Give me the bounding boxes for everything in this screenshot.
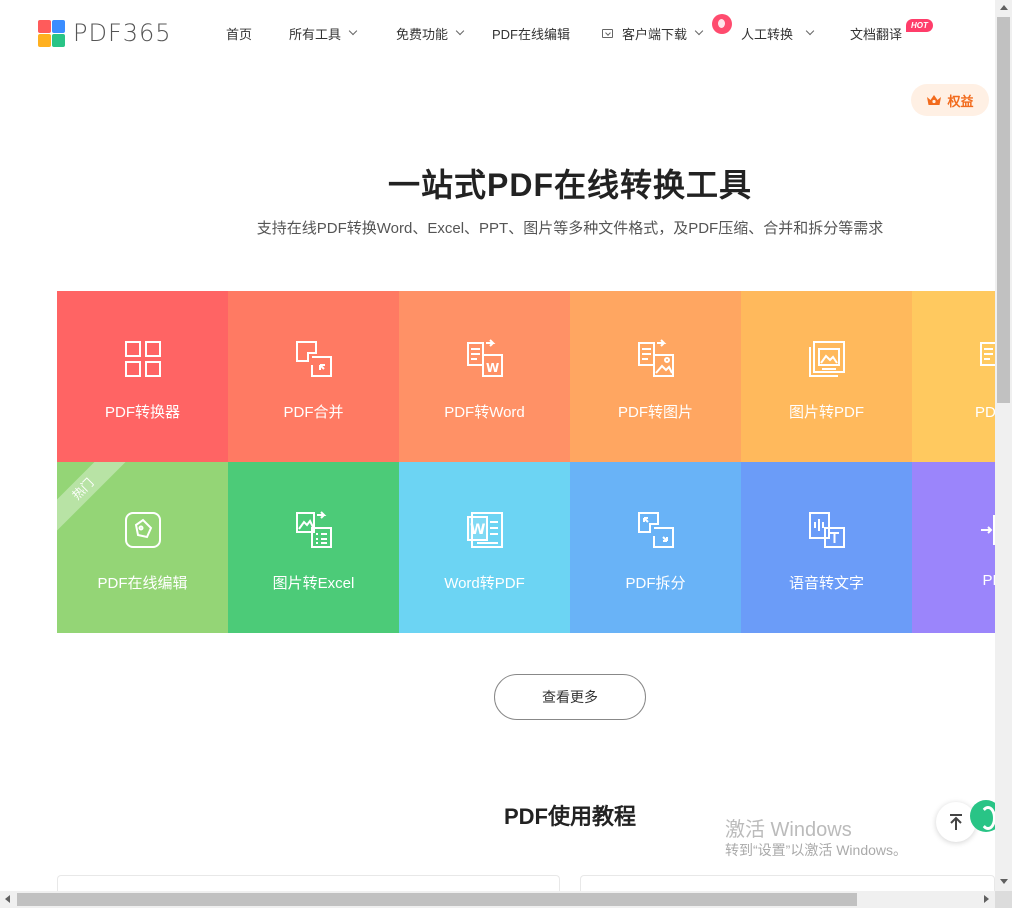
nav-all-tools[interactable]: 所有工具 bbox=[289, 24, 358, 42]
tool-label: PDF在线编辑 bbox=[97, 575, 188, 592]
nav-doc-translate[interactable]: 文档翻译 bbox=[850, 24, 902, 42]
crown-icon bbox=[927, 95, 942, 105]
tool-pdf-to-image[interactable]: PDF转图片 bbox=[570, 291, 741, 462]
tool-image-to-pdf[interactable]: 图片转PDF bbox=[741, 291, 912, 462]
site-header: PDF365 首页 所有工具 免费功能 PDF在线编辑 客户端下载 人工转换 文… bbox=[0, 0, 995, 66]
word-to-pdf-icon: W bbox=[466, 512, 503, 548]
image-to-pdf-icon bbox=[808, 341, 845, 377]
speech-to-text-icon bbox=[808, 512, 845, 548]
tool-pdf-split[interactable]: PDF拆分 bbox=[570, 462, 741, 633]
logo[interactable]: PDF365 bbox=[38, 18, 172, 48]
tool-label: PDF合并 bbox=[283, 404, 344, 421]
activate-windows-watermark: 激活 Windows bbox=[725, 819, 852, 841]
tool-pdf-to-ppt[interactable]: PDF转 bbox=[912, 291, 995, 462]
logo-text: PDF365 bbox=[73, 19, 172, 47]
hero-title: 一站式PDF在线转换工具 bbox=[387, 167, 752, 203]
tool-speech-to-text[interactable]: 语音转文字 bbox=[741, 462, 912, 633]
tool-label: Word转PDF bbox=[444, 575, 525, 592]
fire-icon bbox=[712, 14, 732, 34]
arrow-up-icon bbox=[950, 814, 962, 830]
vertical-scrollbar[interactable] bbox=[995, 0, 1012, 891]
tool-label: PDF拆分 bbox=[625, 575, 686, 592]
back-to-top-button[interactable] bbox=[936, 802, 976, 842]
tutorial-section-title: PDF使用教程 bbox=[503, 804, 636, 829]
chevron-down-icon bbox=[694, 26, 704, 36]
tool-pdf-online-edit[interactable]: 热门 PDF在线编辑 bbox=[57, 462, 228, 633]
tool-label: PDF转图片 bbox=[617, 404, 693, 421]
logo-mark-icon bbox=[38, 19, 65, 47]
tool-label: 图片转Excel bbox=[272, 575, 355, 592]
tool-word-to-pdf[interactable]: W Word转PDF bbox=[399, 462, 570, 633]
scroll-up-arrow-icon[interactable] bbox=[1000, 5, 1008, 10]
nav-home[interactable]: 首页 bbox=[226, 24, 252, 42]
pdf-to-word-icon: W bbox=[466, 339, 503, 377]
grid-icon bbox=[124, 341, 161, 377]
nav-manual-conversion[interactable]: 人工转换 bbox=[741, 24, 815, 42]
tool-label: PDF转换器 bbox=[104, 404, 180, 421]
scroll-down-arrow-icon[interactable] bbox=[1000, 879, 1008, 884]
pdf-to-ppt-icon bbox=[979, 342, 995, 377]
tool-grid: PDF转换器 PDF合并 W PDF转Word PDF转图片 图片转PDF PD… bbox=[57, 291, 995, 633]
horizontal-scrollbar[interactable] bbox=[0, 891, 995, 908]
chevron-down-icon bbox=[805, 26, 815, 36]
svg-text:W: W bbox=[470, 522, 485, 538]
scrollbar-corner bbox=[995, 891, 1012, 908]
image-to-excel-icon bbox=[295, 511, 332, 548]
nav-client-download[interactable]: 客户端下载 bbox=[602, 24, 704, 42]
chevron-down-icon bbox=[348, 26, 358, 36]
download-icon bbox=[602, 28, 613, 38]
merge-icon bbox=[295, 341, 332, 377]
tool-label: 语音转文字 bbox=[788, 575, 864, 592]
edit-icon bbox=[124, 512, 161, 548]
split-icon bbox=[637, 512, 674, 548]
svg-text:W: W bbox=[486, 361, 499, 375]
hero-subtitle: 支持在线PDF转换Word、Excel、PPT、图片等多种文件格式，及PDF压缩… bbox=[256, 220, 884, 237]
scroll-left-arrow-icon[interactable] bbox=[5, 895, 10, 903]
vertical-scroll-thumb[interactable] bbox=[997, 17, 1010, 403]
chevron-down-icon bbox=[455, 26, 465, 36]
tool-label: 图片转PDF bbox=[788, 404, 864, 421]
nav-free-features[interactable]: 免费功能 bbox=[396, 24, 465, 42]
hot-badge: HOT bbox=[906, 19, 933, 32]
tool-label: PDF转Word bbox=[444, 404, 525, 421]
activate-windows-hint: 转到“设置”以激活 Windows。 bbox=[725, 842, 908, 858]
tool-pdf-converter[interactable]: PDF转换器 bbox=[57, 291, 228, 462]
tool-pdf-merge[interactable]: PDF合并 bbox=[228, 291, 399, 462]
tool-pdf-insert[interactable]: PDF bbox=[912, 462, 995, 633]
see-more-button[interactable]: 查看更多 bbox=[494, 674, 646, 720]
benefit-button[interactable]: 权益 bbox=[911, 84, 989, 116]
scroll-right-arrow-icon[interactable] bbox=[984, 895, 989, 903]
tool-pdf-to-word[interactable]: W PDF转Word bbox=[399, 291, 570, 462]
tool-image-to-excel[interactable]: 图片转Excel bbox=[228, 462, 399, 633]
pdf-to-image-icon bbox=[637, 339, 674, 377]
nav-pdf-online-edit[interactable]: PDF在线编辑 bbox=[492, 24, 570, 42]
pdf-insert-icon bbox=[980, 515, 995, 545]
tool-label: PDF bbox=[982, 572, 996, 589]
horizontal-scroll-thumb[interactable] bbox=[17, 893, 857, 906]
tool-label: PDF转 bbox=[974, 404, 995, 421]
